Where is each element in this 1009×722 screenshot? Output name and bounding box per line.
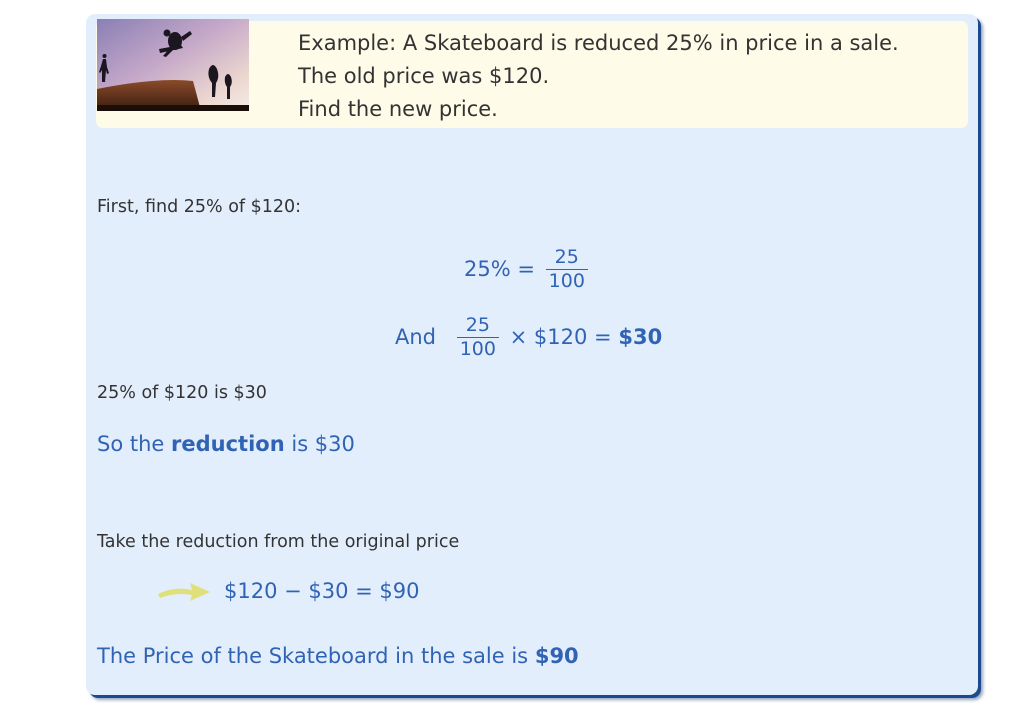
example-line-3: Find the new price. bbox=[298, 97, 498, 121]
step-first-text: First, find 25% of $120: bbox=[97, 197, 302, 217]
subtraction-text: $120 − $30 = $90 bbox=[224, 579, 420, 603]
step-take-text: Take the reduction from the original pri… bbox=[97, 532, 460, 552]
subtraction-line: $120 − $30 = $90 bbox=[156, 578, 420, 604]
example-text: Example: A Skateboard is reduced 25% in … bbox=[298, 27, 899, 126]
skateboarder-photo bbox=[97, 19, 249, 111]
yellow-arrow-icon bbox=[158, 583, 210, 601]
fraction-25-over-100: 25 100 bbox=[456, 314, 499, 360]
final-result: $90 bbox=[534, 644, 579, 668]
final-prefix: The Price of the Skateboard in the sale … bbox=[97, 644, 529, 668]
step-statement-text: 25% of $120 is $30 bbox=[97, 383, 267, 403]
equation-middle: × $120 = bbox=[509, 325, 612, 349]
reduction-suffix: is $30 bbox=[291, 432, 355, 456]
skateboarder-photo-graphic bbox=[97, 19, 249, 111]
fraction-denominator: 100 bbox=[459, 337, 496, 360]
fraction-numerator: 25 bbox=[545, 246, 588, 270]
example-line-2: The old price was $120. bbox=[298, 64, 550, 88]
fraction-denominator: 100 bbox=[548, 269, 585, 292]
reduction-line: So the reduction is $30 bbox=[97, 432, 355, 456]
example-box: Example: A Skateboard is reduced 25% in … bbox=[96, 19, 968, 128]
equation-prefix: And bbox=[395, 325, 437, 349]
final-answer-line: The Price of the Skateboard in the sale … bbox=[97, 644, 579, 668]
reduction-prefix: So the bbox=[97, 432, 165, 456]
equation-left: 25% = bbox=[464, 257, 535, 281]
lesson-card: Example: A Skateboard is reduced 25% in … bbox=[86, 14, 978, 695]
fraction-numerator: 25 bbox=[456, 314, 499, 338]
reduction-keyword: reduction bbox=[171, 432, 285, 456]
fraction-25-over-100: 25 100 bbox=[545, 246, 588, 292]
example-line-1: Example: A Skateboard is reduced 25% in … bbox=[298, 31, 899, 55]
equation-compute-reduction: And 25 100 × $120 = $30 bbox=[395, 314, 662, 360]
equation-percent-to-fraction: 25% = 25 100 bbox=[464, 246, 592, 292]
equation-result: $30 bbox=[618, 325, 663, 349]
